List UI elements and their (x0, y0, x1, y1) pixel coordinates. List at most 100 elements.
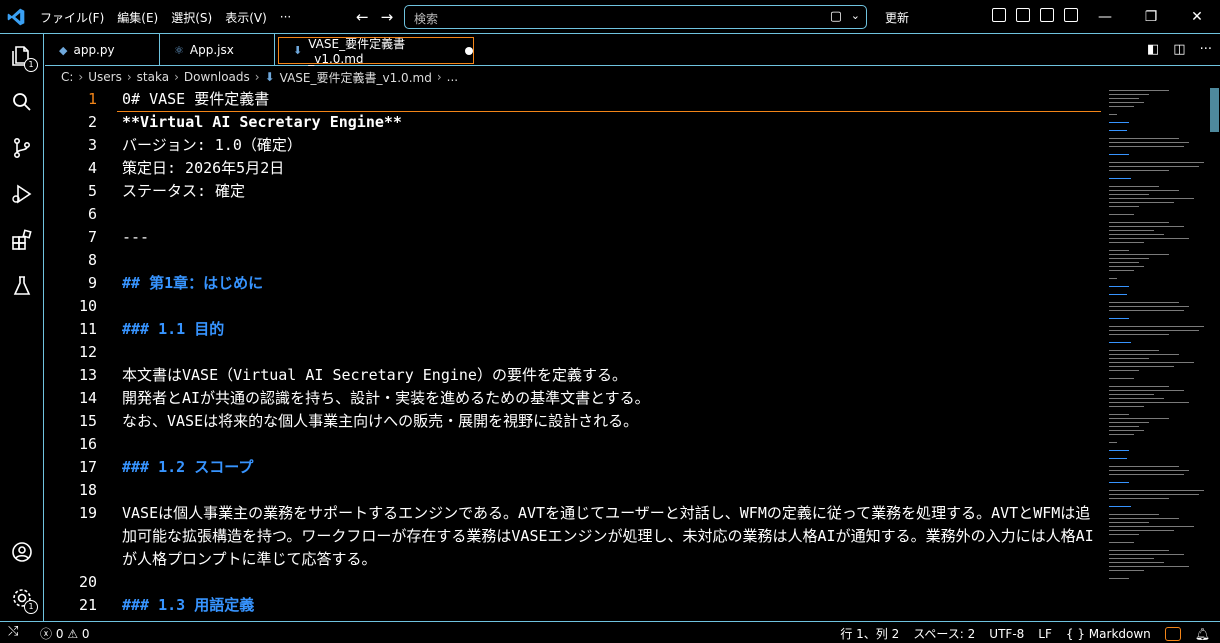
editor-line[interactable]: 19 VASEは個人事業主の業務をサポートするエンジンである。AVTを通じてユーザ… (45, 502, 1105, 568)
editor-line[interactable]: 17 ### 1.2 スコープ (45, 456, 1105, 478)
editor-line[interactable]: 1 0# VASE 要件定義書 (45, 88, 1105, 110)
status-bar: ⤭ ⓧ 0 ⚠ 0 行 1、列 2 スペース: 2 UTF-8 LF { } M… (0, 621, 1220, 643)
copilot-status-icon[interactable] (1164, 626, 1181, 641)
breadcrumb-item[interactable]: ... (447, 70, 458, 84)
error-count: 0 (55, 627, 64, 641)
line-text: ### 1.1 目的 (122, 320, 225, 338)
menu-file[interactable]: ファイル(F) (40, 9, 104, 26)
minimap-line (1109, 378, 1134, 379)
editor-line[interactable]: 14 開発者とAIが共通の認識を持ち、設計・実装を進めるための基準文書とする。 (45, 387, 1105, 409)
line-number: 13 (78, 366, 97, 384)
react-icon: ⚛ (174, 43, 184, 57)
breadcrumb-item[interactable]: Users (88, 70, 122, 84)
cursor-position[interactable]: 行 1、列 2 (840, 625, 899, 642)
breadcrumb-item[interactable]: C: (61, 70, 73, 84)
more-actions-icon[interactable]: ··· (1200, 42, 1212, 57)
back-arrow-icon[interactable]: ← (356, 8, 369, 26)
language-mode[interactable]: { } Markdown (1066, 627, 1151, 641)
breadcrumb-item[interactable]: VASE_要件定義書_v1.0.md (280, 69, 432, 86)
minimize-icon[interactable]: — (1082, 9, 1128, 25)
line-number: 12 (78, 343, 97, 361)
editor-line[interactable]: 5 ステータス: 確定 (45, 180, 1105, 202)
testing-flask-icon[interactable] (10, 274, 34, 298)
editor-line[interactable]: 13 本文書はVASE（Virtual AI Secretary Engine）の… (45, 364, 1105, 386)
editor-line[interactable]: 11 ### 1.1 目的 (45, 318, 1105, 340)
chevron-right-icon: › (436, 70, 442, 84)
split-editor-icon[interactable]: ◫ (1173, 42, 1185, 57)
close-icon[interactable]: ✕ (1174, 9, 1220, 25)
forward-arrow-icon[interactable]: → (381, 8, 394, 26)
line-number: 16 (78, 435, 97, 453)
minimap-line (1109, 266, 1144, 267)
update-button[interactable]: 更新 (885, 9, 909, 26)
menu-edit[interactable]: 編集(E) (117, 9, 158, 26)
indentation[interactable]: スペース: 2 (913, 625, 975, 642)
menu-view[interactable]: 表示(V) (225, 9, 267, 26)
editor-line[interactable]: 20 (45, 571, 1105, 593)
tab-app-jsx[interactable]: ⚛ App.jsx (160, 34, 275, 66)
editor-line[interactable]: 2 **Virtual AI Secretary Engine** (45, 111, 1105, 133)
customize-layout-icon[interactable] (992, 8, 1006, 22)
editor-line[interactable]: 15 なお、VASEは将来的な個人事業主向けへの販売・展開を視野に設計される。 (45, 410, 1105, 432)
editor-line[interactable]: 12 (45, 341, 1105, 363)
line-number: 6 (87, 205, 97, 223)
toggle-secondary-sidebar-icon[interactable] (1064, 8, 1078, 22)
unsaved-dot-icon[interactable] (465, 46, 473, 55)
toggle-primary-sidebar-icon[interactable] (1016, 8, 1030, 22)
minimap-line (1109, 230, 1154, 231)
tab-app-py[interactable]: ◆ app.py (45, 34, 160, 66)
toggle-panel-icon[interactable] (1040, 8, 1054, 22)
copilot-chat-icon[interactable]: ▢ (830, 9, 842, 24)
settings-gear-icon[interactable]: 1 (10, 586, 38, 614)
minimap-line (1109, 534, 1139, 535)
editor-line[interactable]: 6 (45, 203, 1105, 225)
problems-indicator[interactable]: ⓧ 0 ⚠ 0 (40, 625, 90, 642)
end-of-line[interactable]: LF (1038, 627, 1052, 641)
editor-line[interactable]: 4 策定日: 2026年5月2日 (45, 157, 1105, 179)
editor-line[interactable]: 10 (45, 295, 1105, 317)
extensions-icon[interactable] (10, 228, 34, 252)
minimap-line (1109, 362, 1194, 363)
command-search-box[interactable]: 検索 ▢ ⌄ (404, 5, 867, 29)
encoding[interactable]: UTF-8 (989, 627, 1024, 641)
minimap-line (1109, 566, 1189, 567)
scrollbar-thumb[interactable] (1210, 88, 1219, 132)
line-text: 0# VASE 要件定義書 (122, 90, 270, 108)
minimap-line (1109, 450, 1129, 451)
remote-icon[interactable]: ⤭ (8, 624, 18, 639)
menu-more[interactable]: ··· (280, 10, 291, 24)
tab-label: app.py (73, 43, 115, 57)
editor-line[interactable]: 7 --- (45, 226, 1105, 248)
explorer-icon[interactable]: 1 (10, 44, 38, 72)
minimap-line (1109, 214, 1134, 215)
editor-line[interactable]: 16 (45, 433, 1105, 455)
search-icon[interactable] (10, 90, 34, 114)
editor-line[interactable]: 21 ### 1.3 用語定義 (45, 594, 1105, 616)
editor-line[interactable]: 9 ## 第1章：はじめに (45, 272, 1105, 294)
minimap-line (1109, 202, 1174, 203)
chevron-right-icon: › (78, 70, 84, 84)
editor-tab-bar: ◆ app.py ⚛ App.jsx ⬇ VASE_要件定義書_v1.0.md … (45, 34, 1220, 66)
chevron-down-icon[interactable]: ⌄ (851, 9, 860, 22)
code-editor[interactable]: 1 0# VASE 要件定義書 2 **Virtual AI Secretary En… (45, 88, 1105, 621)
minimap[interactable] (1105, 88, 1208, 621)
restore-icon[interactable]: ❐ (1128, 9, 1174, 25)
line-number: 10 (78, 297, 97, 315)
breadcrumb-item[interactable]: Downloads (184, 70, 250, 84)
vertical-scrollbar[interactable] (1209, 88, 1220, 621)
editor-line[interactable]: 8 (45, 249, 1105, 271)
minimap-line (1109, 162, 1204, 163)
minimap-line (1109, 254, 1169, 255)
editor-line[interactable]: 3 バージョン: 1.0（確定） (45, 134, 1105, 156)
minimap-line (1109, 458, 1127, 459)
run-debug-icon[interactable] (10, 182, 34, 206)
notifications-bell-icon[interactable]: 🔔︎ (1195, 627, 1210, 641)
line-text: バージョン: 1.0（確定） (122, 136, 302, 154)
breadcrumb-item[interactable]: staka (137, 70, 169, 84)
tab-vase-requirements-md[interactable]: ⬇ VASE_要件定義書_v1.0.md (278, 37, 474, 66)
account-icon[interactable] (10, 540, 34, 564)
editor-line[interactable]: 18 (45, 479, 1105, 501)
open-preview-icon[interactable]: ◧ (1147, 42, 1159, 57)
source-control-icon[interactable] (10, 136, 34, 160)
menu-selection[interactable]: 選択(S) (171, 9, 212, 26)
